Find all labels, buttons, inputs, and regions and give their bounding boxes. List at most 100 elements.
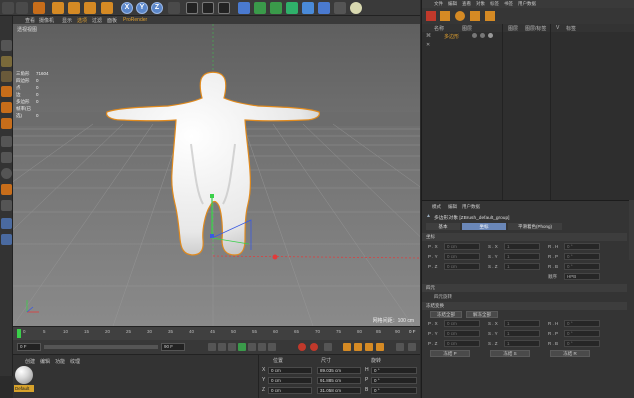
subdivision-icon[interactable]: [270, 2, 282, 14]
key-pla-icon[interactable]: [396, 343, 404, 351]
size-x-field[interactable]: 89.035 cm: [317, 367, 361, 374]
om-menu-userdata[interactable]: 用户数据: [518, 1, 536, 7]
rp-field[interactable]: 0 °: [564, 253, 600, 260]
menu-panel[interactable]: 面板: [107, 17, 117, 24]
om-menu-object[interactable]: 对象: [476, 1, 485, 7]
rotation-h-field[interactable]: 0 °: [371, 367, 417, 374]
sy-field[interactable]: 1: [504, 253, 540, 260]
scale-icon[interactable]: [68, 2, 80, 14]
attribute-scrollbar[interactable]: [629, 200, 634, 260]
menu-view[interactable]: 查看: [25, 17, 35, 24]
prev-frame-icon[interactable]: [228, 343, 236, 351]
key-rotation-icon[interactable]: [365, 343, 373, 351]
material-name[interactable]: Default: [14, 385, 34, 392]
key-position-icon[interactable]: [343, 343, 351, 351]
freeze-sy-field[interactable]: 1: [504, 330, 540, 337]
start-frame-field[interactable]: 0 F: [17, 343, 41, 351]
om-menu-bookmarks[interactable]: 书签: [504, 1, 513, 7]
model-mode-icon[interactable]: [1, 56, 12, 67]
key-scale-icon[interactable]: [354, 343, 362, 351]
rb-field[interactable]: 0 °: [564, 263, 600, 270]
freeze-p-button[interactable]: 冻结 P: [430, 350, 470, 357]
camera-icon[interactable]: [334, 2, 346, 14]
freeze-rb-field[interactable]: 0 °: [564, 340, 600, 347]
timeline-ruler[interactable]: 0 5 10 15 20 25 30 35 40 45 50 55 60 65 …: [13, 326, 420, 340]
visibility-dot-icon[interactable]: [472, 33, 477, 38]
locked-workplane-icon[interactable]: [1, 200, 12, 211]
rotate-icon[interactable]: [84, 2, 96, 14]
coordinate-system-icon[interactable]: [168, 2, 180, 14]
deformer-icon[interactable]: [302, 2, 314, 14]
select-icon[interactable]: [33, 2, 45, 14]
move-icon[interactable]: [52, 2, 64, 14]
edges-mode-icon[interactable]: [1, 102, 12, 113]
freeze-rp-field[interactable]: 0 °: [564, 330, 600, 337]
redo-icon[interactable]: [16, 2, 28, 14]
rh-field[interactable]: 0 °: [564, 243, 600, 250]
render-picture-viewer-icon[interactable]: [202, 2, 214, 14]
freeze-s-button[interactable]: 冻结 S: [490, 350, 530, 357]
search-icon[interactable]: [440, 11, 450, 21]
om-menu-edit[interactable]: 编辑: [448, 1, 457, 7]
material-preview[interactable]: [15, 366, 33, 384]
play-icon[interactable]: [238, 343, 246, 351]
tag-sphere-icon[interactable]: [488, 33, 493, 38]
snap-icon[interactable]: [1, 168, 12, 179]
freeze-px-field[interactable]: 0 cm: [444, 320, 480, 327]
planar-workplane-icon[interactable]: [1, 234, 12, 245]
record-icon[interactable]: [298, 343, 306, 351]
workplane-icon[interactable]: [1, 184, 12, 195]
unfreeze-all-button[interactable]: 解冻全部: [466, 311, 498, 318]
undo-icon[interactable]: [2, 2, 14, 14]
rotation-p-field[interactable]: 0 °: [371, 377, 417, 384]
axis-y-button[interactable]: Y: [136, 2, 148, 14]
menu-filter[interactable]: 过滤: [92, 17, 102, 24]
quaternion-checkbox-label[interactable]: 四元旋转: [434, 294, 452, 300]
new-view-icon[interactable]: [485, 11, 495, 21]
size-y-field[interactable]: 91.885 cm: [317, 377, 361, 384]
end-frame-field[interactable]: 90 F: [161, 343, 185, 351]
goto-end-icon[interactable]: [268, 343, 276, 351]
menu-options[interactable]: 选项: [77, 17, 87, 24]
pen-icon[interactable]: [254, 2, 266, 14]
px-field[interactable]: 0 cm: [444, 243, 480, 250]
autokey-icon[interactable]: [310, 343, 318, 351]
render-settings-icon[interactable]: [218, 2, 230, 14]
playhead[interactable]: [17, 329, 21, 338]
axis-z-button[interactable]: Z: [151, 2, 163, 14]
menu-camera[interactable]: 摄像机: [39, 17, 54, 24]
position-x-field[interactable]: 0 cm: [268, 367, 312, 374]
sz-field[interactable]: 1: [504, 263, 540, 270]
tab-coordinates[interactable]: 坐标: [462, 223, 506, 230]
object-row[interactable]: ⌘ 多边形: [422, 32, 502, 40]
freeze-r-button[interactable]: 冻结 R: [550, 350, 590, 357]
attr-menu-edit[interactable]: 编辑: [448, 204, 457, 210]
cube-icon[interactable]: [238, 2, 250, 14]
freeze-sx-field[interactable]: 1: [504, 320, 540, 327]
last-tool-icon[interactable]: [101, 2, 113, 14]
key-param-icon[interactable]: [376, 343, 384, 351]
freeze-pz-field[interactable]: 0 cm: [444, 340, 480, 347]
cloner-icon[interactable]: [286, 2, 298, 14]
freeze-rh-field[interactable]: 0 °: [564, 320, 600, 327]
timeline-menu-icon[interactable]: [408, 343, 416, 351]
render-dot-icon[interactable]: [480, 33, 485, 38]
position-y-field[interactable]: 0 cm: [268, 377, 312, 384]
attr-menu-userdata[interactable]: 用户数据: [462, 204, 480, 210]
layer-icon[interactable]: [455, 11, 465, 21]
menu-prorender[interactable]: ProRender: [123, 17, 147, 23]
goto-start-icon[interactable]: [208, 343, 216, 351]
py-field[interactable]: 0 cm: [444, 253, 480, 260]
axis-x-button[interactable]: X: [121, 2, 133, 14]
position-z-field[interactable]: 0 cm: [268, 387, 312, 394]
freeze-py-field[interactable]: 0 cm: [444, 330, 480, 337]
om-menu-file[interactable]: 文件: [434, 1, 443, 7]
texture-mode-icon[interactable]: [1, 71, 12, 82]
menu-display[interactable]: 显示: [62, 17, 72, 24]
tab-basic[interactable]: 基本: [426, 223, 460, 230]
size-z-field[interactable]: 31.058 cm: [317, 387, 361, 394]
next-key-icon[interactable]: [258, 343, 266, 351]
range-slider[interactable]: [44, 345, 158, 349]
mat-menu-edit[interactable]: 编辑: [40, 358, 50, 365]
render-view-icon[interactable]: [186, 2, 198, 14]
